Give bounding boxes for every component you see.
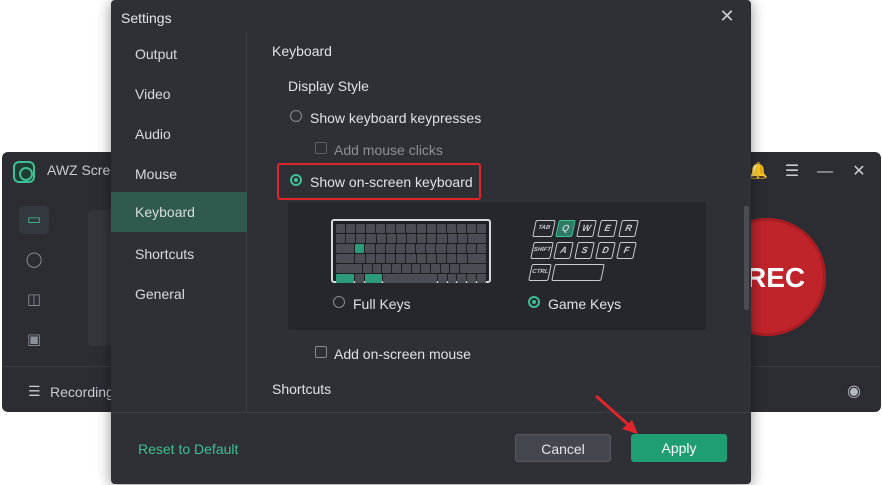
section-title-shortcuts: Shortcuts (272, 381, 332, 397)
show-keypresses-radio[interactable] (290, 110, 302, 122)
headphones-icon[interactable]: ◯ (19, 246, 49, 274)
settings-dialog: Settings ✕ Output Video Audio Mouse Keyb… (111, 0, 751, 484)
display-style-label: Display Style (288, 78, 369, 94)
nav-item-video[interactable]: Video (111, 74, 247, 114)
nav-item-output[interactable]: Output (111, 34, 247, 74)
nav-item-shortcuts[interactable]: Shortcuts (111, 234, 247, 274)
nav-item-mouse[interactable]: Mouse (111, 154, 247, 194)
bell-icon[interactable]: 🔔 (748, 162, 768, 182)
add-onscreen-mouse-label[interactable]: Add on-screen mouse (334, 346, 471, 362)
game-keys-radio[interactable] (528, 296, 540, 308)
nav-item-audio[interactable]: Audio (111, 114, 247, 154)
section-title-keyboard: Keyboard (272, 43, 332, 59)
reset-to-default-link[interactable]: Reset to Default (138, 441, 238, 457)
game-key-w: W (576, 220, 597, 237)
close-window-icon[interactable]: ✕ (849, 162, 869, 182)
add-mouse-clicks-label[interactable]: Add mouse clicks (334, 142, 443, 158)
minimize-icon[interactable]: — (815, 162, 835, 182)
app-title: AWZ Scree (47, 162, 119, 178)
app-logo-icon (13, 161, 35, 183)
annotation-arrow-icon (595, 394, 638, 434)
rec-label: REC (746, 262, 806, 293)
full-keys-radio[interactable] (333, 296, 345, 308)
camera-icon[interactable]: ◉ (847, 381, 861, 401)
game-key-s: S (574, 242, 595, 259)
menu-icon[interactable]: ☰ (782, 162, 802, 182)
game-key-d: D (595, 242, 616, 259)
apply-button[interactable]: Apply (631, 434, 727, 462)
show-keypresses-label[interactable]: Show keyboard keypresses (310, 110, 481, 126)
game-key-a: A (553, 242, 574, 259)
game-key-shift: SHIFT (530, 242, 554, 259)
game-key-r: R (618, 220, 639, 237)
list-icon: ☰ (28, 383, 41, 399)
game-key-q: Q (555, 220, 576, 237)
close-icon[interactable]: ✕ (717, 6, 737, 26)
scrollbar-thumb[interactable] (744, 206, 749, 310)
game-key-space (551, 264, 605, 281)
full-keyboard-preview[interactable] (331, 219, 491, 283)
game-key-ctrl: CTRL (528, 264, 552, 281)
show-onscreen-keyboard-label[interactable]: Show on-screen keyboard (310, 174, 473, 190)
game-key-tab: TAB (532, 220, 556, 237)
settings-sidebar: Output Video Audio Mouse Keyboard Shortc… (111, 32, 247, 412)
keyboard-layout-panel: Full Keys TAB Q W E R SHIFT A S D F CTRL… (288, 202, 706, 330)
tv-icon[interactable]: ▣ (19, 326, 49, 354)
footer-divider (111, 412, 751, 413)
game-key-e: E (597, 220, 618, 237)
game-keys-preview[interactable]: TAB Q W E R SHIFT A S D F CTRL (528, 220, 646, 284)
game-key-f: F (616, 242, 637, 259)
nav-item-general[interactable]: General (111, 274, 247, 314)
recording-list-link[interactable]: Recording (50, 384, 114, 400)
add-mouse-clicks-checkbox[interactable] (315, 142, 327, 154)
show-onscreen-keyboard-radio[interactable] (290, 174, 302, 186)
monitor-icon[interactable]: ▭ (19, 206, 49, 234)
add-onscreen-mouse-checkbox[interactable] (315, 346, 327, 358)
nav-item-keyboard[interactable]: Keyboard (111, 192, 247, 232)
game-keys-label[interactable]: Game Keys (548, 296, 621, 312)
full-keys-label[interactable]: Full Keys (353, 296, 411, 312)
dialog-title: Settings (121, 10, 172, 26)
gamepad-icon[interactable]: ◫ (19, 286, 49, 314)
settings-content: Keyboard Display Style Show keyboard key… (248, 32, 751, 412)
